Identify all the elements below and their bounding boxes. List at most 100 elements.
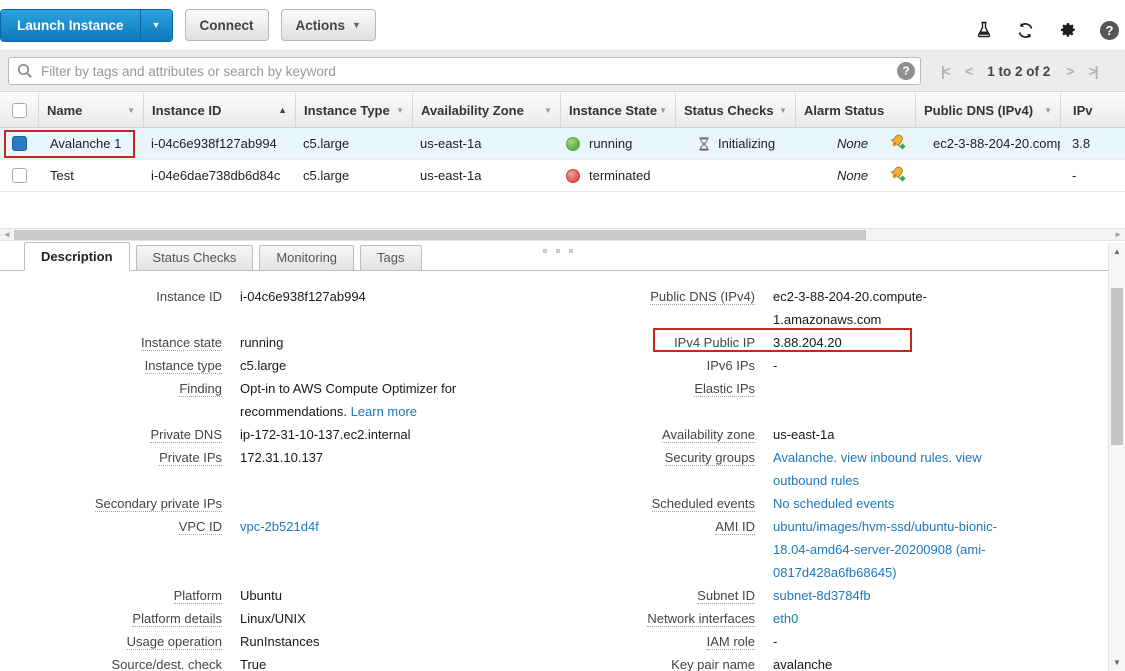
tab-description[interactable]: Description xyxy=(24,242,130,271)
detail-tabs: Description Status Checks Monitoring Tag… xyxy=(0,241,1108,271)
launch-instance-button[interactable]: Launch Instance ▼ xyxy=(0,9,173,42)
refresh-icon[interactable] xyxy=(1016,21,1035,40)
field-label: Subnet ID xyxy=(558,584,773,607)
tab-monitoring[interactable]: Monitoring xyxy=(259,245,354,270)
select-all-checkbox-cell xyxy=(0,93,38,127)
field-label: Public DNS (IPv4) xyxy=(558,285,773,331)
ami-id-link[interactable]: ubuntu/images/hvm-ssd/ubuntu-bionic-18.0… xyxy=(773,515,1016,584)
description-pane: Instance ID i-04c6e938f127ab994 Public D… xyxy=(0,271,1108,671)
hourglass-icon xyxy=(697,137,711,151)
ec2-console: Launch Instance ▼ Connect Actions ▼ ? xyxy=(0,0,1125,671)
column-header-alarm-status[interactable]: Alarm Status xyxy=(795,93,915,127)
tab-tags[interactable]: Tags xyxy=(360,245,421,270)
field-label: Platform xyxy=(0,584,240,607)
prev-page-icon[interactable]: < xyxy=(965,63,971,79)
column-header-instance-type[interactable]: Instance Type▼ xyxy=(295,93,412,127)
cell-status-checks xyxy=(675,160,795,191)
cell-instance-state: terminated xyxy=(560,160,675,191)
filter-help-icon[interactable]: ? xyxy=(897,62,915,80)
subnet-id-link[interactable]: subnet-8d3784fb xyxy=(773,584,1016,607)
field-value-instance-state: running xyxy=(240,331,558,354)
field-label: Secondary private IPs xyxy=(0,492,240,515)
vertical-scrollbar-thumb[interactable] xyxy=(1111,288,1123,445)
field-label: Instance ID xyxy=(0,285,240,331)
first-page-icon[interactable]: |< xyxy=(941,63,949,79)
learn-more-link[interactable]: Learn more xyxy=(351,404,417,419)
field-value-instance-type: c5.large xyxy=(240,354,558,377)
field-value-private-dns: ip-172-31-10-137.ec2.internal xyxy=(240,423,558,446)
scroll-left-icon[interactable]: ◄ xyxy=(3,230,11,239)
instances-table: Name▼ Instance ID▲ Instance Type▼ Availa… xyxy=(0,93,1125,192)
column-header-instance-state[interactable]: Instance State▼ xyxy=(560,93,675,127)
next-page-icon[interactable]: > xyxy=(1066,63,1072,79)
create-alarm-bell-icon[interactable] xyxy=(889,133,907,154)
field-value-network-interfaces: eth0 xyxy=(773,607,1108,630)
filter-input[interactable] xyxy=(8,57,921,85)
field-value-private-ips: 172.31.10.137 xyxy=(240,446,558,492)
network-interface-link[interactable]: eth0 xyxy=(773,607,1016,630)
table-row-test[interactable]: Test i-04e6dae738db6d84c c5.large us-eas… xyxy=(0,160,1125,192)
pagination: |< < 1 to 2 of 2 > >| xyxy=(941,63,1097,79)
field-value-availability-zone: us-east-1a xyxy=(773,423,1108,446)
field-value-subnet-id: subnet-8d3784fb xyxy=(773,584,1108,607)
scheduled-events-link[interactable]: No scheduled events xyxy=(773,492,1016,515)
column-header-availability-zone[interactable]: Availability Zone▼ xyxy=(412,93,560,127)
security-groups-link[interactable]: Avalanche. view inbound rules. view outb… xyxy=(773,446,1016,492)
settings-gear-icon[interactable] xyxy=(1058,21,1077,40)
table-row-avalanche-1[interactable]: Avalanche 1 i-04c6e938f127ab994 c5.large… xyxy=(0,128,1125,160)
vertical-scrollbar[interactable]: ▲ ▼ xyxy=(1108,243,1125,671)
vpc-id-link[interactable]: vpc-2b521d4f xyxy=(240,515,470,538)
column-header-instance-id[interactable]: Instance ID▲ xyxy=(143,93,295,127)
cell-instance-state: running xyxy=(560,128,675,159)
toolbar-icons: ? xyxy=(974,11,1119,40)
field-value-ipv4-public-ip: 3.88.204.20 xyxy=(773,331,1108,354)
field-value-key-pair-name: avalanche xyxy=(773,653,1108,671)
field-label: Scheduled events xyxy=(558,492,773,515)
pane-resize-grip[interactable] xyxy=(543,249,573,253)
search-icon xyxy=(17,63,33,82)
field-value-security-groups: Avalanche. view inbound rules. view outb… xyxy=(773,446,1108,492)
running-state-icon xyxy=(566,137,580,151)
select-all-checkbox[interactable] xyxy=(12,103,27,118)
field-label: AMI ID xyxy=(558,515,773,584)
chevron-down-icon: ▼ xyxy=(152,20,161,30)
column-header-name[interactable]: Name▼ xyxy=(38,93,143,127)
field-label: Platform details xyxy=(0,607,240,630)
field-value-finding: Opt-in to AWS Compute Optimizer for reco… xyxy=(240,377,558,423)
cell-name: Test xyxy=(38,160,143,191)
chevron-down-icon: ▼ xyxy=(352,20,361,30)
field-label: Finding xyxy=(0,377,240,423)
row-checkbox[interactable] xyxy=(12,168,27,183)
create-alarm-bell-icon[interactable] xyxy=(889,165,907,186)
last-page-icon[interactable]: >| xyxy=(1088,63,1096,79)
tab-status-checks[interactable]: Status Checks xyxy=(136,245,254,270)
column-header-status-checks[interactable]: Status Checks▼ xyxy=(675,93,795,127)
cell-instance-id: i-04e6dae738db6d84c xyxy=(143,160,295,191)
description-grid: Instance ID i-04c6e938f127ab994 Public D… xyxy=(0,285,1108,671)
actions-label: Actions xyxy=(296,18,346,33)
field-value-public-dns: ec2-3-88-204-20.compute-1.amazonaws.com xyxy=(773,285,1108,331)
column-header-ipv4-public-ip[interactable]: IPv xyxy=(1060,93,1125,127)
help-icon[interactable]: ? xyxy=(1100,21,1119,40)
row-checkbox-checked[interactable] xyxy=(12,136,27,151)
field-value-iam-role: - xyxy=(773,630,1108,653)
field-label: Instance state xyxy=(0,331,240,354)
field-label: Source/dest. check xyxy=(0,653,240,671)
horizontal-scrollbar-thumb[interactable] xyxy=(14,230,866,240)
launch-instance-dropdown[interactable]: ▼ xyxy=(140,10,172,41)
field-label: VPC ID xyxy=(0,515,240,584)
experiments-flask-icon[interactable] xyxy=(974,21,993,40)
column-header-public-dns[interactable]: Public DNS (IPv4)▼ xyxy=(915,93,1060,127)
cell-availability-zone: us-east-1a xyxy=(412,160,560,191)
horizontal-scrollbar[interactable]: ◄ ► xyxy=(0,228,1125,241)
scroll-up-icon[interactable]: ▲ xyxy=(1109,247,1125,256)
scroll-down-icon[interactable]: ▼ xyxy=(1109,658,1125,667)
field-label: Elastic IPs xyxy=(558,377,773,423)
scroll-right-icon[interactable]: ► xyxy=(1114,230,1122,239)
connect-button[interactable]: Connect xyxy=(185,9,269,41)
launch-instance-label[interactable]: Launch Instance xyxy=(1,10,140,41)
actions-button[interactable]: Actions ▼ xyxy=(281,9,376,41)
sort-icon: ▼ xyxy=(396,106,404,115)
field-label: Availability zone xyxy=(558,423,773,446)
toolbar: Launch Instance ▼ Connect Actions ▼ ? xyxy=(0,0,1125,50)
